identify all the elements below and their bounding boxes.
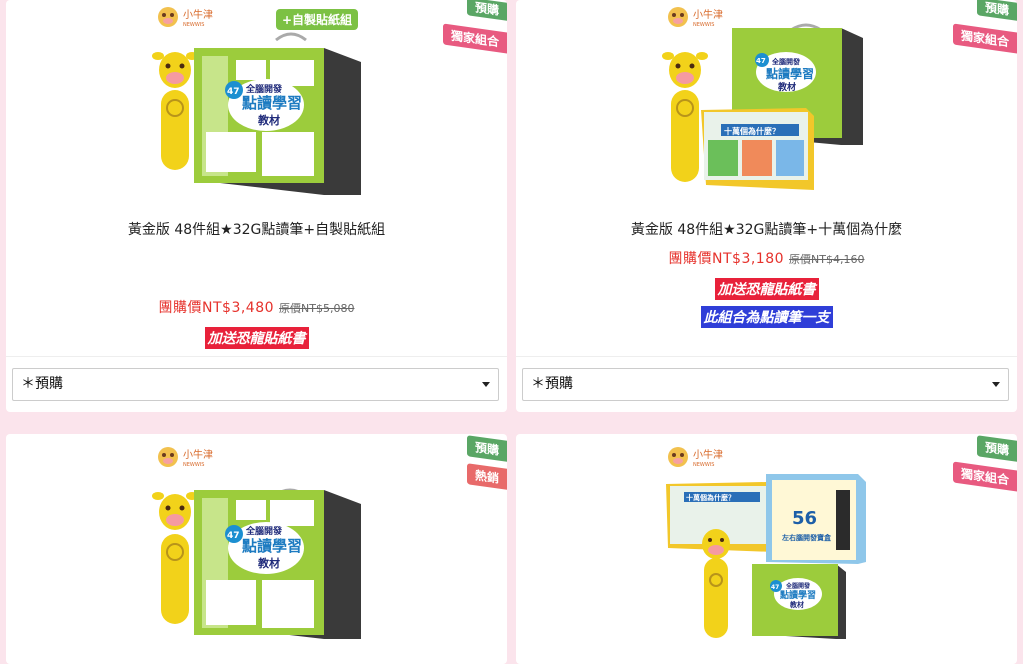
svg-text:47: 47 (771, 584, 779, 591)
reading-pen-image (152, 52, 198, 170)
reading-pen-image (152, 492, 198, 624)
svg-text:NEWWIS: NEWWIS (693, 22, 714, 28)
divider (516, 356, 1017, 357)
brand-name-en: NEWWIS (183, 22, 204, 28)
product-box-image: 全腦開發 點讀學習 教材 47 (752, 564, 846, 639)
select-value: ＊預購 (531, 376, 573, 392)
svg-text:點讀學習: 點讀學習 (242, 537, 302, 555)
reading-pen-image (662, 52, 708, 182)
svg-text:點讀學習: 點讀學習 (766, 66, 814, 81)
group-price: 團購價NT$3,480 (158, 300, 275, 316)
product-image[interactable]: 小牛津 NEWWIS 十萬個為什麼？ 56 左右腦開發寶盒 全腦開發 點讀學習 … (516, 434, 1017, 639)
svg-text:NEWWIS: NEWWIS (183, 462, 204, 468)
product-image[interactable]: 小牛津 NEWWIS 全腦開發 點讀學習 教材 47 十萬個為什麼？ (516, 0, 1017, 205)
svg-text:點讀學習: 點讀學習 (779, 589, 816, 601)
original-price: 原價NT$4,160 (789, 253, 865, 266)
product-image[interactable]: 小牛津 NEWWIS 全腦開發 點讀學習 教材 47 (6, 434, 507, 639)
brand-logo: 小牛津 NEWWIS (158, 447, 213, 468)
svg-text:點讀學習: 點讀學習 (242, 94, 302, 112)
bundle-badge: +自製貼紙組 (276, 9, 359, 30)
reading-pen-image (702, 529, 730, 638)
svg-text:47: 47 (227, 87, 240, 97)
blue-box-image: 56 左右腦開發寶盒 (766, 474, 866, 564)
brand-logo: 小牛津 NEWWIS (158, 7, 213, 28)
svg-text:十萬個為什麼？: 十萬個為什麼？ (724, 126, 780, 136)
svg-text:56: 56 (792, 508, 817, 529)
svg-text:教材: 教材 (257, 556, 280, 570)
note-badge: 此組合為點讀筆一支 (700, 306, 833, 328)
product-card[interactable]: 小牛津 NEWWIS 全腦開發 點讀學習 教材 47 +自製貼紙組 預購 獨家組… (6, 0, 507, 412)
svg-text:小牛津: 小牛津 (183, 448, 213, 461)
svg-text:十萬個為什麼？: 十萬個為什麼？ (686, 493, 735, 502)
svg-text:教材: 教材 (789, 600, 804, 609)
gift-line: 此組合為點讀筆一支 (516, 306, 1017, 328)
price-line: 團購價NT$3,180 原價NT$4,160 (516, 248, 1017, 268)
product-card[interactable]: 小牛津 NEWWIS 十萬個為什麼？ 56 左右腦開發寶盒 全腦開發 點讀學習 … (516, 434, 1017, 664)
brand-name: 小牛津 (183, 8, 213, 21)
svg-text:全腦開發: 全腦開發 (785, 582, 811, 590)
product-card[interactable]: 小牛津 NEWWIS 全腦開發 點讀學習 教材 47 預購 熱銷 (6, 434, 507, 664)
svg-text:小牛津: 小牛津 (693, 8, 723, 21)
product-title[interactable]: 黃金版 48件組★32G點讀筆+十萬個為什麼 (516, 219, 1017, 239)
svg-text:47: 47 (756, 57, 766, 65)
svg-text:教材: 教材 (777, 81, 796, 93)
gift-badge: 加送恐龍貼紙書 (714, 278, 819, 300)
svg-text:全腦開發: 全腦開發 (771, 57, 801, 66)
book-image: 十萬個為什麼？ (701, 108, 814, 190)
svg-text:教材: 教材 (257, 113, 280, 127)
original-price: 原價NT$5,080 (279, 302, 355, 315)
product-title[interactable]: 黃金版 48件組★32G點讀筆+自製貼紙組 (6, 219, 507, 239)
product-image[interactable]: 小牛津 NEWWIS 全腦開發 點讀學習 教材 47 (6, 0, 507, 205)
svg-text:小牛津: 小牛津 (693, 448, 723, 461)
svg-text:左右腦開發寶盒: 左右腦開發寶盒 (781, 533, 832, 542)
variant-select[interactable]: ＊預購 (12, 368, 499, 401)
svg-text:47: 47 (227, 531, 240, 541)
divider (6, 356, 507, 357)
gift-badge: 加送恐龍貼紙書 (204, 327, 309, 349)
variant-select[interactable]: ＊預購 (522, 368, 1009, 401)
group-price: 團購價NT$3,180 (668, 251, 785, 267)
gift-line: 加送恐龍貼紙書 (6, 327, 507, 349)
brand-logo: 小牛津 NEWWIS (668, 447, 723, 468)
svg-text:NEWWIS: NEWWIS (693, 462, 714, 468)
svg-text:全腦開發: 全腦開發 (245, 525, 283, 537)
price-line: 團購價NT$3,480 原價NT$5,080 (6, 297, 507, 317)
gift-line: 加送恐龍貼紙書 (516, 278, 1017, 300)
product-box-image: 全腦開發 點讀學習 教材 47 (194, 488, 361, 639)
select-value: ＊預購 (21, 376, 63, 392)
chevron-down-icon (992, 382, 1000, 387)
chevron-down-icon (482, 382, 490, 387)
product-card[interactable]: 小牛津 NEWWIS 全腦開發 點讀學習 教材 47 十萬個為什麼？ 預購 獨家… (516, 0, 1017, 412)
product-box-image: 全腦開發 點讀學習 教材 47 (194, 32, 361, 195)
brand-logo: 小牛津 NEWWIS (668, 7, 723, 28)
